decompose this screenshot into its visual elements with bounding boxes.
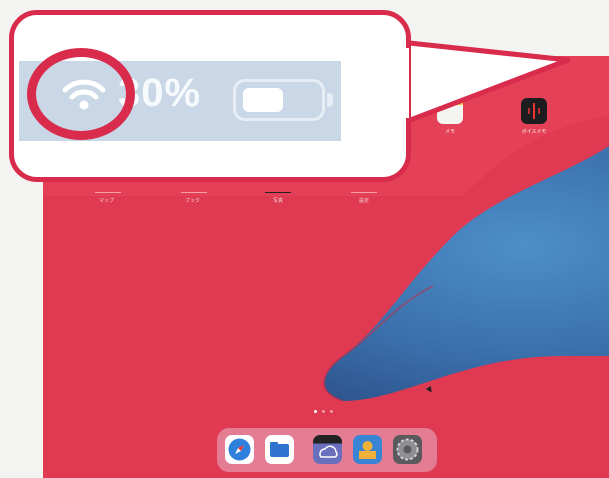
app-label-settings: 設定 [359,198,370,204]
page-dot [322,410,325,413]
battery-tip [327,93,333,107]
wifi-highlight-circle [27,48,135,140]
app-label-photos: 写真 [273,198,284,204]
voice-memos-app-icon[interactable] [521,98,547,124]
files-icon[interactable] [265,435,294,464]
app-label-maps: マップ [99,198,115,204]
row-line-books [181,192,207,193]
battery-percent-text: 30% [118,71,202,115]
app-label-notes: メモ [444,129,455,135]
settings-icon[interactable] [393,435,422,464]
page-dot [330,410,333,413]
page-indicator[interactable] [314,410,333,413]
app-label-books: ブック [185,198,201,204]
row-line-settings [351,192,377,193]
waveform-icon [528,103,540,119]
game-app-icon[interactable] [353,435,382,464]
safari-icon[interactable] [225,435,254,464]
weather-icon[interactable] [313,435,342,464]
notes-app-icon[interactable] [437,98,463,124]
battery-icon [233,79,325,121]
dock [217,428,437,472]
row-line-maps [95,192,121,193]
app-label-voice-memos: ボイスメモ [521,129,547,135]
battery-level-fill [243,88,283,112]
row-line-photos [265,192,291,193]
page-dot [314,410,317,413]
